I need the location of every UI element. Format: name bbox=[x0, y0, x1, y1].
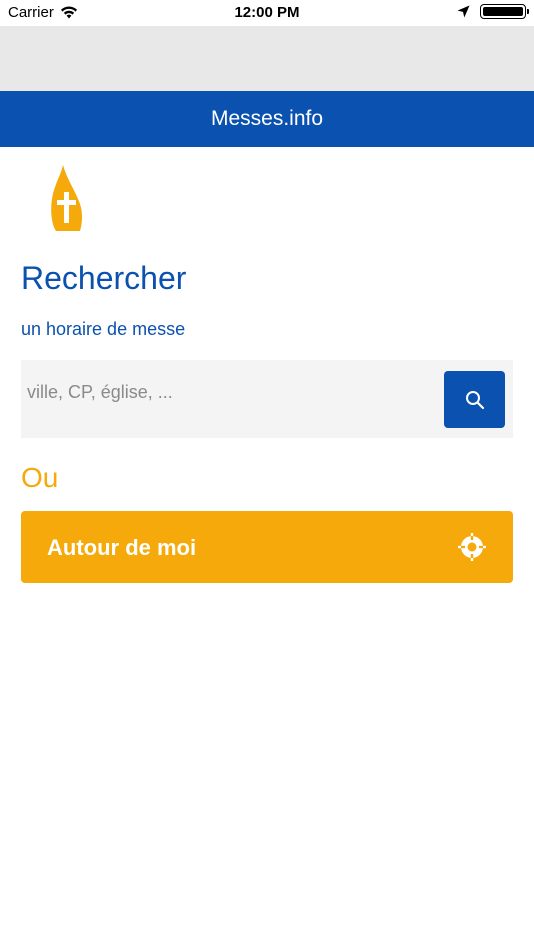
search-input[interactable] bbox=[21, 360, 431, 424]
page-subtitle: un horaire de messe bbox=[21, 319, 186, 339]
around-me-label: Autour de moi bbox=[47, 535, 197, 560]
clock: 12:00 PM bbox=[234, 4, 300, 21]
search-icon bbox=[465, 390, 484, 409]
nav-bar: Messes.info bbox=[0, 91, 534, 147]
search-box bbox=[21, 360, 513, 438]
or-label: Ou bbox=[21, 462, 59, 493]
page-title: Rechercher bbox=[21, 260, 187, 296]
status-right bbox=[457, 4, 529, 19]
battery-level bbox=[483, 7, 523, 16]
around-me-button[interactable]: Autour de moi bbox=[21, 511, 513, 583]
status-bar: Carrier 12:00 PM bbox=[0, 0, 534, 26]
crosshair-icon bbox=[458, 533, 486, 561]
battery-icon bbox=[480, 4, 529, 19]
nav-title: Messes.info bbox=[210, 107, 324, 130]
app-screen: Carrier 12:00 PM Messes.info Rechercher … bbox=[0, 0, 534, 950]
top-grey-band bbox=[0, 26, 534, 91]
search-button[interactable] bbox=[444, 371, 505, 428]
location-arrow-icon bbox=[457, 5, 470, 18]
candle-cross-logo bbox=[51, 165, 83, 231]
